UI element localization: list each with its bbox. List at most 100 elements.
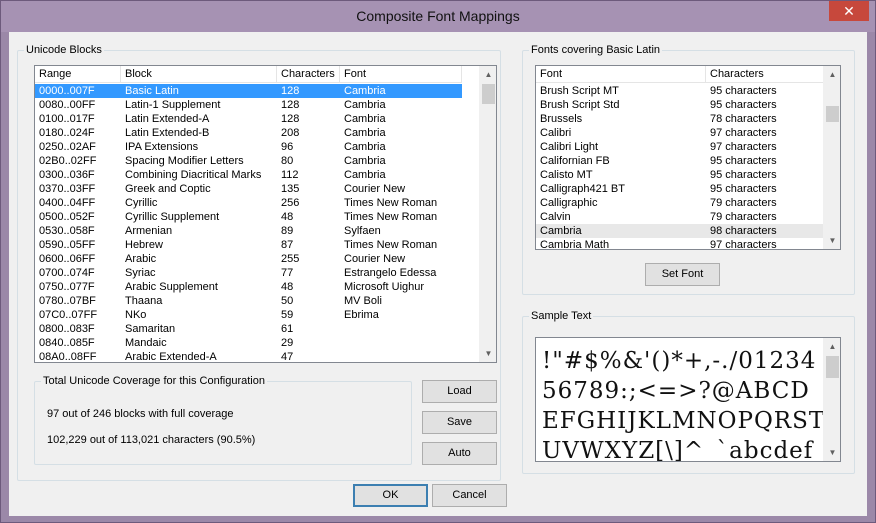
fc-column-header[interactable]: Font — [536, 66, 706, 83]
ub-cell: 0300..036F — [39, 169, 95, 181]
font-row[interactable]: Calibri 97 characters — [536, 126, 824, 140]
ub-column-header[interactable]: Block — [121, 66, 277, 83]
auto-button[interactable]: Auto — [422, 442, 497, 465]
fc-cell: 98 characters — [710, 225, 777, 237]
scroll-up-icon[interactable]: ▲ — [824, 338, 840, 355]
fonts-covering-list[interactable]: Font Characters Brush Script MT 95 charact… — [535, 65, 841, 250]
ub-cell: Courier New — [344, 253, 406, 265]
close-button[interactable]: ✕ — [829, 1, 869, 21]
ub-cell: 80 — [281, 155, 294, 167]
font-row[interactable]: Calvin 79 characters — [536, 210, 824, 224]
ub-cell: Cambria — [344, 113, 386, 125]
unicode-block-row[interactable]: 0400..04FF Cyrillic 256 Times New Roman — [35, 196, 462, 210]
set-font-button[interactable]: Set Font — [645, 263, 720, 286]
font-row[interactable]: Brussels 78 characters — [536, 112, 824, 126]
ub-column-header[interactable]: Font — [340, 66, 462, 83]
ub-cell: Cyrillic Supplement — [125, 211, 220, 223]
font-row[interactable]: Brush Script Std 95 characters — [536, 98, 824, 112]
font-row[interactable]: Calligraphic 79 characters — [536, 196, 824, 210]
unicode-block-row[interactable]: 0080..00FF Latin-1 Supplement 128 Cambria — [35, 98, 462, 112]
font-row[interactable]: Cambria Math 97 characters — [536, 238, 824, 250]
ub-cell: 0530..058F — [39, 225, 95, 237]
window-title: Composite Font Mappings — [356, 8, 520, 24]
ub-cell: Combining Diacritical Marks — [125, 169, 262, 181]
scroll-thumb[interactable] — [826, 106, 839, 122]
font-row[interactable]: Brush Script MT 95 characters — [536, 84, 824, 98]
unicode-block-row[interactable]: 0530..058F Armenian 89 Sylfaen — [35, 224, 462, 238]
fc-cell: Calligraphic — [540, 197, 598, 209]
ub-cell: 0370..03FF — [39, 183, 96, 195]
unicode-block-row[interactable]: 07C0..07FF NKo 59 Ebrima — [35, 308, 462, 322]
ub-cell: 208 — [281, 127, 300, 139]
fc-cell: 95 characters — [710, 85, 777, 97]
ub-cell: 47 — [281, 351, 294, 363]
ub-cell: MV Boli — [344, 295, 382, 307]
ub-cell: Courier New — [344, 183, 406, 195]
ub-cell: 87 — [281, 239, 294, 251]
load-button[interactable]: Load — [422, 380, 497, 403]
fc-column-header[interactable]: Characters — [706, 66, 824, 83]
unicode-block-row[interactable]: 0000..007F Basic Latin 128 Cambria — [35, 84, 462, 98]
unicode-block-row[interactable]: 0700..074F Syriac 77 Estrangelo Edessa — [35, 266, 462, 280]
unicode-blocks-list[interactable]: Range Block Characters Font 0000..007F Basic… — [34, 65, 497, 363]
ub-cell: Times New Roman — [344, 197, 438, 209]
unicode-block-row[interactable]: 0180..024F Latin Extended-B 208 Cambria — [35, 126, 462, 140]
unicode-block-row[interactable]: 0500..052F Cyrillic Supplement 48 Times New… — [35, 210, 462, 224]
sample-text-box[interactable]: !"#$%&'()*+,-./0123456789:;<=>?@ABCDEFGH… — [535, 337, 841, 462]
unicode-block-row[interactable]: 0250..02AF IPA Extensions 96 Cambria — [35, 140, 462, 154]
unicode-block-row[interactable]: 0300..036F Combining Diacritical Marks 112… — [35, 168, 462, 182]
unicode-block-row[interactable]: 0750..077F Arabic Supplement 48 Microsoft U… — [35, 280, 462, 294]
unicode-blocks-scrollbar[interactable]: ▲ ▼ — [479, 66, 496, 362]
fonts-covering-label: Fonts covering Basic Latin — [531, 44, 661, 56]
fc-cell: Brush Script Std — [540, 99, 620, 111]
ub-cell: Spacing Modifier Letters — [125, 155, 244, 167]
ub-cell: Arabic Extended-A — [125, 351, 217, 363]
ub-cell: Times New Roman — [344, 211, 438, 223]
ub-cell: 77 — [281, 267, 294, 279]
ub-column-header[interactable]: Characters — [277, 66, 340, 83]
unicode-blocks-rows: 0000..007F Basic Latin 128 Cambria 0080..00F… — [35, 84, 462, 363]
unicode-block-row[interactable]: 0600..06FF Arabic 255 Courier New — [35, 252, 462, 266]
unicode-block-row[interactable]: 0100..017F Latin Extended-A 128 Cambria — [35, 112, 462, 126]
font-row[interactable]: Cambria 98 characters — [536, 224, 824, 238]
save-button[interactable]: Save — [422, 411, 497, 434]
scroll-thumb[interactable] — [826, 356, 839, 378]
cancel-button[interactable]: Cancel — [432, 484, 507, 507]
scroll-down-icon[interactable]: ▼ — [824, 444, 840, 461]
unicode-block-row[interactable]: 02B0..02FF Spacing Modifier Letters 80 Camb… — [35, 154, 462, 168]
scroll-down-icon[interactable]: ▼ — [480, 345, 496, 362]
ub-cell: Times New Roman — [344, 239, 438, 251]
unicode-block-row[interactable]: 0370..03FF Greek and Coptic 135 Courier New — [35, 182, 462, 196]
font-row[interactable]: Californian FB 95 characters — [536, 154, 824, 168]
ub-cell: Cambria — [344, 99, 386, 111]
ub-cell: IPA Extensions — [125, 141, 199, 153]
fonts-covering-scrollbar[interactable]: ▲ ▼ — [823, 66, 840, 249]
ub-cell: NKo — [125, 309, 147, 321]
ub-cell: Cambria — [344, 85, 386, 97]
ub-column-header[interactable]: Range — [35, 66, 121, 83]
unicode-block-row[interactable]: 0800..083F Samaritan 61 — [35, 322, 462, 336]
scroll-up-icon[interactable]: ▲ — [824, 66, 840, 83]
unicode-block-row[interactable]: 0840..085F Mandaic 29 — [35, 336, 462, 350]
font-row[interactable]: Calisto MT 95 characters — [536, 168, 824, 182]
dialog-client-area: Unicode Blocks Range Block Characters Font … — [9, 32, 867, 516]
ub-cell: 48 — [281, 211, 294, 223]
unicode-block-row[interactable]: 0590..05FF Hebrew 87 Times New Roman — [35, 238, 462, 252]
fonts-covering-rows: Brush Script MT 95 characters Brush Script… — [536, 84, 824, 250]
scroll-thumb[interactable] — [482, 84, 495, 104]
title-bar: Composite Font Mappings ✕ — [1, 1, 875, 32]
ok-button[interactable]: OK — [353, 484, 428, 507]
fc-cell: Cambria Math — [540, 239, 610, 250]
sample-text-scrollbar[interactable]: ▲ ▼ — [823, 338, 840, 461]
sample-text: !"#$%&'()*+,-./0123456789:;<=>?@ABCDEFGH… — [542, 348, 826, 462]
unicode-block-row[interactable]: 08A0..08FF Arabic Extended-A 47 — [35, 350, 462, 363]
font-row[interactable]: Calligraph421 BT 95 characters — [536, 182, 824, 196]
ub-cell: Cyrillic — [125, 197, 158, 209]
font-row[interactable]: Calibri Light 97 characters — [536, 140, 824, 154]
scroll-up-icon[interactable]: ▲ — [480, 66, 496, 83]
ub-cell: 0000..007F — [39, 85, 95, 97]
unicode-block-row[interactable]: 0780..07BF Thaana 50 MV Boli — [35, 294, 462, 308]
ub-cell: 135 — [281, 183, 300, 195]
fc-cell: Calisto MT — [540, 169, 593, 181]
scroll-down-icon[interactable]: ▼ — [824, 232, 840, 249]
